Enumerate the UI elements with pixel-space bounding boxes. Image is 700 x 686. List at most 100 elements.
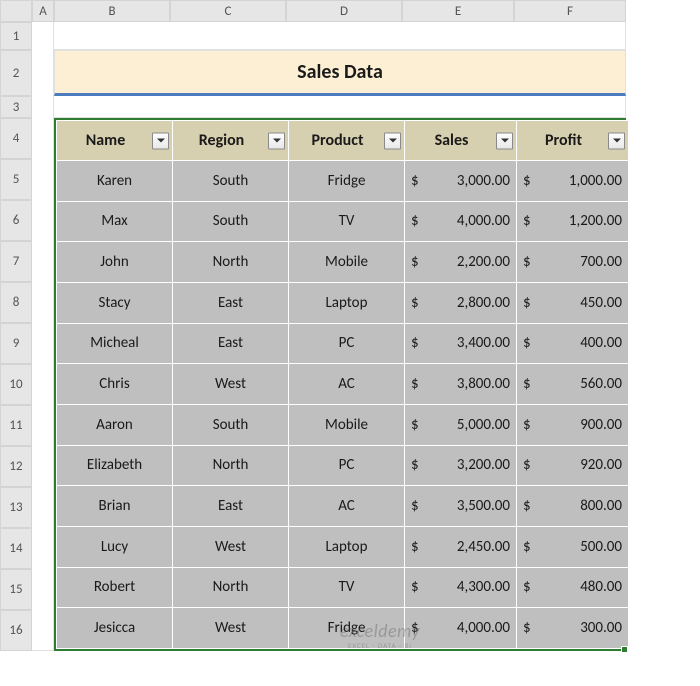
- table-row: StacyEastLaptop$2,800.00$450.00: [57, 282, 629, 323]
- cell-region[interactable]: West: [173, 608, 289, 649]
- row-header-9[interactable]: 9: [0, 323, 32, 364]
- filter-button[interactable]: [268, 132, 285, 149]
- row-header-8[interactable]: 8: [0, 282, 32, 323]
- cell-sales[interactable]: $4,300.00: [405, 567, 517, 608]
- cell-product[interactable]: Laptop: [289, 526, 405, 567]
- cell-product[interactable]: TV: [289, 201, 405, 242]
- filter-button[interactable]: [608, 132, 625, 149]
- cell-product[interactable]: TV: [289, 567, 405, 608]
- cell-profit[interactable]: $500.00: [517, 526, 629, 567]
- cell-region[interactable]: North: [173, 445, 289, 486]
- cell-name[interactable]: Jesicca: [57, 608, 173, 649]
- cell-region[interactable]: South: [173, 161, 289, 202]
- table-row: KarenSouthFridge$3,000.00$1,000.00: [57, 161, 629, 202]
- cell-profit[interactable]: $800.00: [517, 486, 629, 527]
- cell-name[interactable]: Karen: [57, 161, 173, 202]
- row-header-16[interactable]: 16: [0, 610, 32, 651]
- filter-button[interactable]: [152, 132, 169, 149]
- filter-button[interactable]: [496, 132, 513, 149]
- cell-sales[interactable]: $4,000.00: [405, 201, 517, 242]
- col-header-F[interactable]: F: [514, 0, 626, 22]
- cell[interactable]: [54, 96, 626, 118]
- cell-product[interactable]: PC: [289, 445, 405, 486]
- header-product[interactable]: Product: [289, 121, 405, 161]
- selection-handle[interactable]: [621, 646, 628, 653]
- cell-region[interactable]: South: [173, 404, 289, 445]
- row-header-5[interactable]: 5: [0, 159, 32, 200]
- row-header-2[interactable]: 2: [0, 50, 32, 96]
- cell-sales[interactable]: $5,000.00: [405, 404, 517, 445]
- row-header-13[interactable]: 13: [0, 487, 32, 528]
- cell-product[interactable]: AC: [289, 364, 405, 405]
- cell-profit[interactable]: $900.00: [517, 404, 629, 445]
- cell-profit[interactable]: $400.00: [517, 323, 629, 364]
- cell-name[interactable]: Micheal: [57, 323, 173, 364]
- cell-sales[interactable]: $3,800.00: [405, 364, 517, 405]
- cell-product[interactable]: Fridge: [289, 161, 405, 202]
- cell-name[interactable]: Max: [57, 201, 173, 242]
- cell-product[interactable]: Fridge: [289, 608, 405, 649]
- col-header-C[interactable]: C: [170, 0, 286, 22]
- row-header-14[interactable]: 14: [0, 528, 32, 569]
- cell-region[interactable]: North: [173, 242, 289, 283]
- cell-product[interactable]: PC: [289, 323, 405, 364]
- col-header-D[interactable]: D: [286, 0, 402, 22]
- cell-product[interactable]: Mobile: [289, 242, 405, 283]
- cell-region[interactable]: East: [173, 282, 289, 323]
- row-header-1[interactable]: 1: [0, 22, 32, 50]
- row-header-10[interactable]: 10: [0, 364, 32, 405]
- select-all-corner[interactable]: [0, 0, 32, 22]
- cell[interactable]: [32, 22, 54, 651]
- row-header-7[interactable]: 7: [0, 241, 32, 282]
- cell-region[interactable]: East: [173, 486, 289, 527]
- cell-name[interactable]: Robert: [57, 567, 173, 608]
- cell-sales[interactable]: $3,400.00: [405, 323, 517, 364]
- cell-profit[interactable]: $1,000.00: [517, 161, 629, 202]
- filter-button[interactable]: [384, 132, 401, 149]
- header-region[interactable]: Region: [173, 121, 289, 161]
- header-sales[interactable]: Sales: [405, 121, 517, 161]
- col-header-A[interactable]: A: [32, 0, 54, 22]
- row-header-3[interactable]: 3: [0, 96, 32, 118]
- row-header-6[interactable]: 6: [0, 200, 32, 241]
- cell-sales[interactable]: $2,800.00: [405, 282, 517, 323]
- cell-name[interactable]: Stacy: [57, 282, 173, 323]
- row-header-11[interactable]: 11: [0, 405, 32, 446]
- cell-region[interactable]: South: [173, 201, 289, 242]
- cell-sales[interactable]: $3,000.00: [405, 161, 517, 202]
- header-profit[interactable]: Profit: [517, 121, 629, 161]
- cell-product[interactable]: AC: [289, 486, 405, 527]
- cell-name[interactable]: Chris: [57, 364, 173, 405]
- cell-profit[interactable]: $920.00: [517, 445, 629, 486]
- cell-profit[interactable]: $450.00: [517, 282, 629, 323]
- row-header-15[interactable]: 15: [0, 569, 32, 610]
- cell-profit[interactable]: $560.00: [517, 364, 629, 405]
- cell-profit[interactable]: $480.00: [517, 567, 629, 608]
- col-header-E[interactable]: E: [402, 0, 514, 22]
- cell-region[interactable]: West: [173, 526, 289, 567]
- cell-sales[interactable]: $4,000.00: [405, 608, 517, 649]
- cell[interactable]: [54, 22, 626, 50]
- cell-product[interactable]: Mobile: [289, 404, 405, 445]
- header-name[interactable]: Name: [57, 121, 173, 161]
- cell-sales[interactable]: $2,450.00: [405, 526, 517, 567]
- cell-name[interactable]: Lucy: [57, 526, 173, 567]
- col-header-B[interactable]: B: [54, 0, 170, 22]
- cell-region[interactable]: East: [173, 323, 289, 364]
- cell-sales[interactable]: $3,500.00: [405, 486, 517, 527]
- row-header-4[interactable]: 4: [0, 118, 32, 159]
- cell-name[interactable]: Elizabeth: [57, 445, 173, 486]
- cell-product[interactable]: Laptop: [289, 282, 405, 323]
- cell-region[interactable]: West: [173, 364, 289, 405]
- row-header-12[interactable]: 12: [0, 446, 32, 487]
- page-title[interactable]: Sales Data: [54, 50, 626, 96]
- cell-sales[interactable]: $2,200.00: [405, 242, 517, 283]
- cell-name[interactable]: Aaron: [57, 404, 173, 445]
- cell-sales[interactable]: $3,200.00: [405, 445, 517, 486]
- cell-name[interactable]: Brian: [57, 486, 173, 527]
- cell-profit[interactable]: $300.00: [517, 608, 629, 649]
- cell-name[interactable]: John: [57, 242, 173, 283]
- cell-profit[interactable]: $1,200.00: [517, 201, 629, 242]
- cell-profit[interactable]: $700.00: [517, 242, 629, 283]
- cell-region[interactable]: North: [173, 567, 289, 608]
